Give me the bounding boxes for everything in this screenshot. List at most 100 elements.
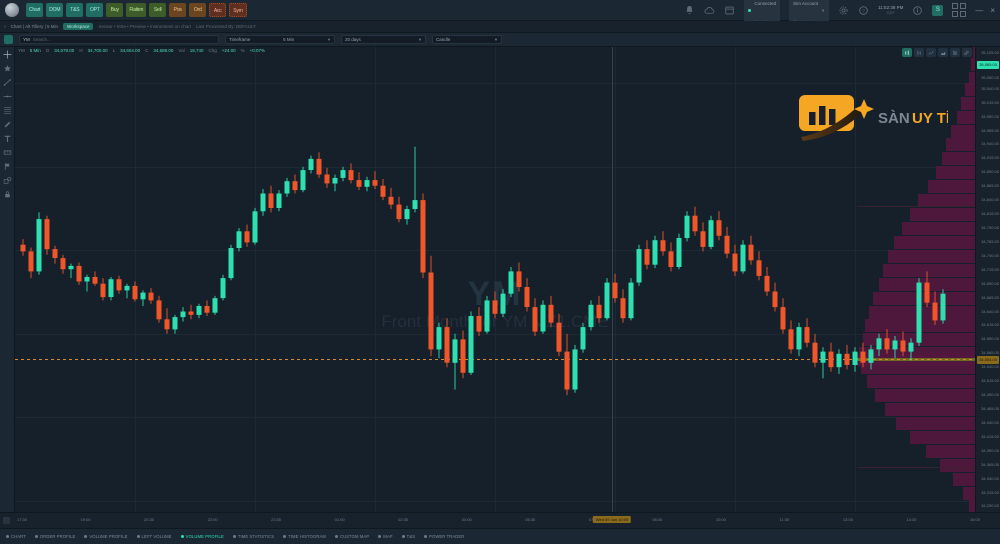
chart-type-bars[interactable] bbox=[914, 48, 924, 57]
window-layout-grid-icon[interactable] bbox=[952, 3, 967, 17]
price-tick: 34,290.00 bbox=[981, 503, 999, 509]
time-axis[interactable]: 17:30 19:00 20:30 22:00 23:30 01:00 02:30 04:00… bbox=[0, 512, 1000, 528]
toolbar-button-t&s[interactable]: T&S bbox=[66, 3, 84, 17]
trendline-icon[interactable] bbox=[3, 78, 12, 87]
lock-icon[interactable] bbox=[3, 190, 12, 199]
chart-type-line[interactable] bbox=[926, 48, 936, 57]
legend-value: +0.07% bbox=[249, 48, 266, 53]
star-icon[interactable] bbox=[3, 64, 12, 73]
chevron-down-icon: ▼ bbox=[821, 7, 826, 13]
bottom-tab-t&s[interactable]: T&S bbox=[401, 534, 416, 539]
chart-type-heikin[interactable] bbox=[950, 48, 960, 57]
flag-icon[interactable] bbox=[3, 162, 12, 171]
price-tick: 34,365.00 bbox=[981, 461, 999, 467]
calendar-icon[interactable] bbox=[724, 5, 735, 16]
instrument-icon[interactable] bbox=[4, 35, 13, 44]
bottom-tab-label: CHART bbox=[11, 534, 26, 539]
svg-text:SÀN: SÀN bbox=[878, 110, 910, 127]
chart-canvas[interactable]: YM Front Month for YM MZ1.CME YM 5 Min O 34… bbox=[15, 47, 975, 512]
close-button[interactable]: × bbox=[990, 6, 995, 15]
bottom-tab-power-trader[interactable]: POWER TRADER bbox=[424, 534, 464, 539]
price-tick: 34,765.00 bbox=[981, 238, 999, 244]
bottom-tab-time-statistics[interactable]: TIME STATISTICS bbox=[232, 534, 274, 539]
fibonacci-icon[interactable] bbox=[3, 106, 12, 115]
breadcrumb[interactable]: Chart | Alt Tillery | 5 Min bbox=[11, 24, 58, 29]
bottom-tab-left-volume[interactable]: LEFT VOLUME bbox=[136, 534, 172, 539]
price-axis[interactable]: 35,105.00 35,085.00 35,060.00 35,040.00 35,0… bbox=[975, 47, 1000, 512]
layout-cell bbox=[960, 11, 967, 17]
bell-icon[interactable] bbox=[684, 5, 695, 16]
time-tick: 20:30 bbox=[144, 517, 155, 522]
text-icon[interactable] bbox=[3, 134, 12, 143]
crosshair-icon[interactable] bbox=[3, 50, 12, 59]
legend-key: C bbox=[145, 48, 149, 53]
time-tick: 23:30 bbox=[271, 517, 282, 522]
chart-type-renko[interactable] bbox=[962, 48, 972, 57]
timeframe-select[interactable]: Timeframe 5 Min ▼ bbox=[225, 35, 335, 44]
bottom-tab-custom-map[interactable]: CUSTOM MAP bbox=[334, 534, 369, 539]
toolbar-button-acc[interactable]: Acc bbox=[209, 3, 227, 17]
drawing-tools-sidebar bbox=[0, 47, 15, 512]
legend-key: Chg bbox=[208, 48, 217, 53]
tab-dot-icon bbox=[136, 535, 140, 538]
horizontal-line-icon[interactable] bbox=[3, 92, 12, 101]
chart-style-value: Candle bbox=[436, 37, 451, 42]
bottom-tab-volume-profile[interactable]: VOLUME PROFILE bbox=[84, 534, 127, 539]
bottom-tab-label: MAP bbox=[383, 534, 393, 539]
tab-dot-icon bbox=[424, 535, 428, 538]
breadcrumb-note-2: Last Processed By: DEFAULT bbox=[195, 24, 256, 29]
account-label: Sim Account bbox=[793, 1, 819, 6]
toolbar-button-dom[interactable]: DOM bbox=[46, 3, 64, 17]
price-tick: 34,715.00 bbox=[981, 266, 999, 272]
toolbar-button-sym[interactable]: Sym bbox=[229, 3, 247, 17]
search-input[interactable]: YM Search... bbox=[19, 35, 219, 44]
legend-value: 34,678.00 bbox=[54, 48, 75, 53]
lock-icon[interactable] bbox=[3, 517, 10, 524]
legend-key: % bbox=[240, 48, 245, 53]
shapes-icon[interactable] bbox=[3, 176, 12, 185]
layout-cell bbox=[952, 11, 959, 17]
chart-type-candles[interactable] bbox=[902, 48, 912, 57]
bottom-tab-order-profile[interactable]: ORDER PROFILE bbox=[34, 534, 76, 539]
settings-icon[interactable] bbox=[838, 5, 849, 16]
bottom-tab-time-histogram[interactable]: TIME HISTOGRAM bbox=[283, 534, 326, 539]
timeframe-value: 5 Min bbox=[283, 37, 295, 42]
bottom-tab-label: T&S bbox=[406, 534, 416, 539]
price-tick: 35,060.00 bbox=[981, 74, 999, 80]
toolbar-button-buy[interactable]: Buy bbox=[106, 3, 124, 17]
top-toolbar: Chart DOM T&S OPT Buy Flatten Sell Pos Ord Acc Sym… bbox=[0, 0, 1000, 30]
price-tick: 34,515.00 bbox=[981, 378, 999, 384]
pencil-icon[interactable] bbox=[3, 120, 12, 129]
price-tick: 34,690.00 bbox=[981, 280, 999, 286]
bottom-tab-volume-profile[interactable]: VOLUME PROFILE bbox=[180, 534, 224, 539]
ruler-icon[interactable] bbox=[3, 148, 12, 157]
cloud-icon[interactable] bbox=[704, 5, 715, 16]
minimize-button[interactable]: — bbox=[975, 6, 983, 15]
chart-type-area[interactable] bbox=[938, 48, 948, 57]
info-icon[interactable] bbox=[912, 5, 923, 16]
range-select[interactable]: 20 days ▼ bbox=[341, 35, 426, 44]
workspace-badge[interactable]: Workspace bbox=[63, 23, 94, 30]
bottom-tab-chart[interactable]: CHART bbox=[6, 534, 26, 539]
toolbar-button-ord[interactable]: Ord bbox=[189, 3, 207, 17]
bottom-tab-label: LEFT VOLUME bbox=[141, 534, 172, 539]
time-tick: 05:30 bbox=[525, 517, 536, 522]
bottom-tab-map[interactable]: MAP bbox=[378, 534, 393, 539]
chart-style-select[interactable]: Candle ▼ bbox=[432, 35, 502, 44]
help-icon[interactable]: ? bbox=[858, 5, 869, 16]
user-avatar[interactable]: S bbox=[932, 4, 944, 16]
time-tick: 16:00 bbox=[969, 517, 981, 522]
tab-dot-icon bbox=[334, 535, 338, 538]
chart-legend: YM 5 Min O 34,678.00 H 34,700.00 L 34,604.00 C 34… bbox=[18, 48, 265, 53]
toolbar-button-flatten[interactable]: Flatten bbox=[126, 3, 147, 17]
price-tick: 34,540.00 bbox=[981, 364, 999, 370]
time-tick: 13:00 bbox=[842, 517, 853, 522]
time-tick: 17:30 bbox=[16, 517, 28, 522]
toolbar-button-opt[interactable]: OPT bbox=[86, 3, 104, 17]
toolbar-button-sell[interactable]: Sell bbox=[149, 3, 167, 17]
time-tick: 01:00 bbox=[334, 517, 345, 522]
chevron-right-icon[interactable]: › bbox=[4, 24, 6, 30]
svg-text:UY TÍN: UY TÍN bbox=[912, 110, 948, 127]
toolbar-button-pos[interactable]: Pos bbox=[169, 3, 187, 17]
toolbar-button-chart[interactable]: Chart bbox=[26, 3, 44, 17]
